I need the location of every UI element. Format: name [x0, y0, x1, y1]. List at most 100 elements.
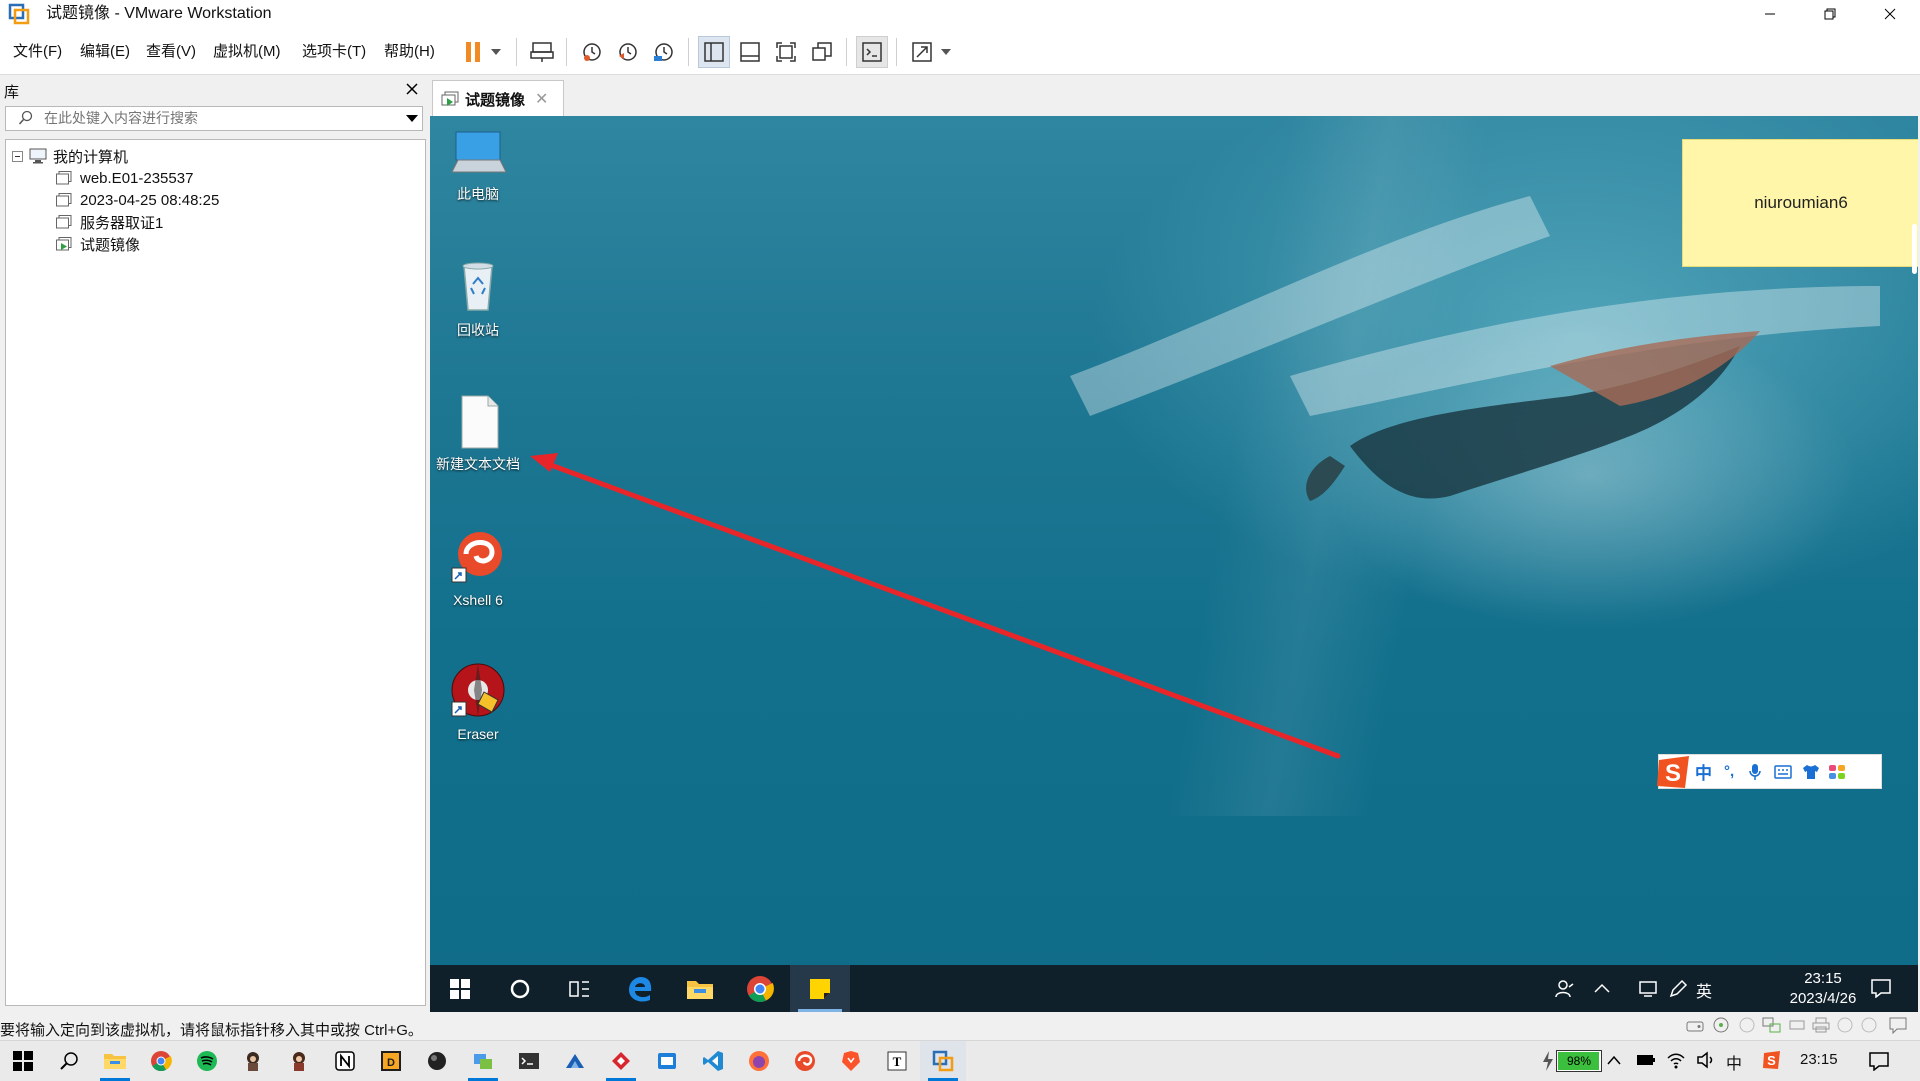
sticky-note[interactable]: niuroumian6 — [1682, 139, 1918, 267]
show-library-button[interactable] — [698, 36, 730, 68]
notification-icon[interactable] — [1868, 1051, 1890, 1071]
library-search-input[interactable] — [44, 108, 394, 127]
power-dropdown-button[interactable] — [486, 36, 506, 68]
host-start-button[interactable] — [0, 1041, 46, 1081]
wifi-icon[interactable] — [1666, 1051, 1686, 1069]
guest-start-button[interactable] — [430, 965, 490, 1012]
floppy-icon[interactable] — [1738, 1016, 1756, 1034]
host-chrome-button[interactable] — [138, 1041, 184, 1081]
host-search-button[interactable] — [46, 1041, 92, 1081]
host-terminal-button[interactable] — [506, 1041, 552, 1081]
display-icon[interactable] — [1860, 1016, 1878, 1034]
desktop-icon-xshell[interactable]: Xshell 6 — [430, 528, 528, 609]
tree-item-vm[interactable]: web.E01-235537 — [56, 167, 193, 189]
host-vscode-button[interactable] — [690, 1041, 736, 1081]
pen-icon[interactable] — [1668, 979, 1688, 999]
host-app-a-button[interactable] — [230, 1041, 276, 1081]
guest-screen[interactable]: 此电脑 回收站 新建文本文档 Xshell 6 Eraser niuroumia… — [430, 116, 1918, 1012]
message-log-icon[interactable] — [1888, 1016, 1908, 1034]
network-adapter-icon[interactable] — [1762, 1016, 1782, 1034]
host-vmware-button[interactable] — [920, 1041, 966, 1081]
full-screen-button[interactable] — [770, 36, 802, 68]
chevron-up-icon[interactable] — [1593, 981, 1611, 995]
host-ime-language[interactable]: 中 — [1726, 1050, 1742, 1074]
tree-item-vm[interactable]: 服务器取证1 — [56, 211, 163, 233]
show-thumbnail-bar-button[interactable] — [734, 36, 766, 68]
ime-toolbar[interactable]: S 中 °, — [1657, 754, 1882, 789]
guest-cortana-button[interactable] — [490, 965, 550, 1012]
tree-item-vm-running[interactable]: 试题镜像 — [56, 233, 140, 255]
host-app-c-button[interactable] — [414, 1041, 460, 1081]
menu-file[interactable]: 文件(F) — [13, 42, 62, 62]
vmware-app-icon[interactable] — [8, 3, 30, 25]
host-app-b-button[interactable] — [276, 1041, 322, 1081]
guest-task-view-button[interactable] — [550, 965, 610, 1012]
restore-button[interactable] — [1800, 0, 1860, 28]
usb-icon[interactable] — [1788, 1017, 1806, 1033]
sogou-tray-icon[interactable]: S — [1762, 1050, 1782, 1072]
revert-snapshot-button[interactable] — [612, 36, 644, 68]
battery-icon[interactable] — [1636, 1052, 1656, 1068]
host-app-d-button[interactable] — [460, 1041, 506, 1081]
guest-sticky-notes-button[interactable] — [790, 965, 850, 1012]
menu-edit[interactable]: 编辑(E) — [80, 42, 130, 62]
chevron-down-icon[interactable] — [406, 115, 418, 123]
menu-view[interactable]: 查看(V) — [146, 42, 196, 62]
chevron-up-icon[interactable] — [1606, 1054, 1622, 1066]
sound-card-icon[interactable] — [1836, 1016, 1854, 1034]
host-file-explorer-button[interactable] — [92, 1041, 138, 1081]
stretch-guest-button[interactable] — [906, 36, 938, 68]
host-xshell-button[interactable] — [782, 1041, 828, 1081]
battery-indicator[interactable]: 98% — [1556, 1050, 1602, 1072]
scrollbar-thumb[interactable] — [1912, 224, 1917, 274]
cd-dvd-icon[interactable] — [1712, 1016, 1730, 1034]
keyboard-icon[interactable] — [1774, 764, 1792, 779]
library-close-button[interactable] — [402, 79, 422, 99]
snapshot-button[interactable] — [576, 36, 608, 68]
minimize-button[interactable] — [1740, 0, 1800, 28]
hard-disk-icon[interactable] — [1686, 1018, 1704, 1034]
snapshot-manager-button[interactable] — [648, 36, 680, 68]
host-app-f-button[interactable] — [598, 1041, 644, 1081]
tab-close-icon[interactable]: ✕ — [535, 89, 548, 109]
host-typora-button[interactable]: T — [874, 1041, 920, 1081]
unity-button[interactable] — [806, 36, 838, 68]
ime-punctuation[interactable]: °, — [1724, 763, 1734, 780]
host-clock[interactable]: 23:15 — [1800, 1051, 1838, 1068]
guest-clock[interactable]: 23:15 2023/4/26 — [1778, 969, 1868, 1009]
console-view-button[interactable] — [856, 36, 888, 68]
ime-mode-chinese[interactable]: 中 — [1695, 759, 1712, 784]
menu-vm[interactable]: 虚拟机(M) — [213, 42, 281, 62]
host-dnspy-button[interactable]: D — [368, 1041, 414, 1081]
desktop-icon-this-pc[interactable]: 此电脑 — [430, 124, 528, 203]
host-app-e-button[interactable] — [552, 1041, 598, 1081]
desktop-icon-recycle-bin[interactable]: 回收站 — [430, 258, 528, 339]
desktop-icon-eraser[interactable]: Eraser — [430, 662, 528, 743]
menu-help[interactable]: 帮助(H) — [384, 42, 435, 62]
host-brave-button[interactable] — [828, 1041, 874, 1081]
library-search-box[interactable] — [5, 106, 423, 131]
printer-icon[interactable] — [1812, 1017, 1830, 1033]
desktop-icon-new-text-doc[interactable]: 新建文本文档 — [430, 394, 528, 473]
notification-icon[interactable] — [1870, 978, 1892, 998]
tab-vm[interactable]: 试题镜像 ✕ — [432, 80, 564, 117]
send-ctrl-alt-del-button[interactable] — [526, 36, 558, 68]
close-window-button[interactable] — [1860, 0, 1920, 28]
volume-icon[interactable] — [1696, 1051, 1716, 1069]
host-app-g-button[interactable] — [644, 1041, 690, 1081]
toolbox-grid-icon[interactable] — [1828, 764, 1846, 780]
people-icon[interactable] — [1555, 979, 1575, 999]
tree-item-vm[interactable]: 2023-04-25 08:48:25 — [56, 189, 219, 211]
host-notion-button[interactable] — [322, 1041, 368, 1081]
stretch-dropdown-button[interactable] — [936, 36, 956, 68]
menu-tabs[interactable]: 选项卡(T) — [302, 42, 366, 62]
host-spotify-button[interactable] — [184, 1041, 230, 1081]
collapse-icon[interactable] — [12, 150, 23, 162]
tree-root-my-computer[interactable]: 我的计算机 — [12, 145, 128, 167]
microphone-icon[interactable] — [1748, 763, 1762, 781]
guest-chrome-button[interactable] — [730, 965, 790, 1012]
host-firefox-button[interactable] — [736, 1041, 782, 1081]
skin-shirt-icon[interactable] — [1802, 764, 1820, 780]
guest-file-explorer-button[interactable] — [670, 965, 730, 1012]
guest-ime-language[interactable]: 英 — [1696, 978, 1712, 1002]
